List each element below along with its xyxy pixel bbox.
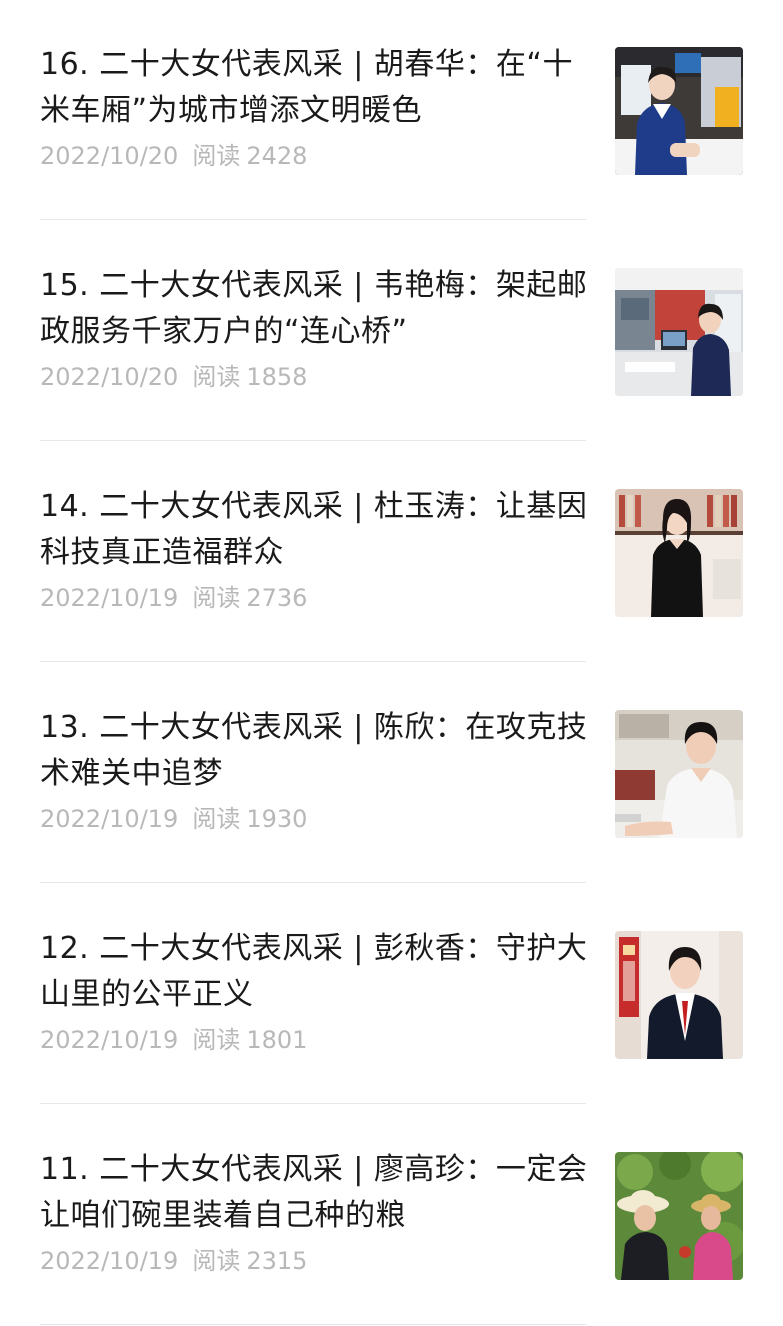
article-title[interactable]: 15. 二十大女代表风采 | 韦艳梅：架起邮政服务千家万户的“连心桥” <box>40 263 590 355</box>
lab-worker-photo[interactable] <box>615 710 743 838</box>
article-title[interactable]: 11. 二十大女代表风采 | 廖高珍：一定会让咱们碗里装着自己种的粮 <box>40 1147 590 1239</box>
postal-office-photo[interactable] <box>615 268 743 396</box>
divider <box>40 219 586 220</box>
article-item[interactable]: 13. 二十大女代表风采 | 陈欣：在攻克技术难关中追梦 2022/10/19 阅… <box>0 663 783 884</box>
article-meta: 2022/10/20 阅读 2428 <box>40 139 307 173</box>
bus-attendant-photo[interactable] <box>615 47 743 175</box>
scientist-portrait-photo[interactable] <box>615 489 743 617</box>
article-date: 2022/10/19 <box>40 805 179 833</box>
read-label: 阅读 <box>192 363 241 391</box>
article-meta: 2022/10/19 阅读 2315 <box>40 1244 307 1278</box>
judge-portrait-photo[interactable] <box>615 931 743 1059</box>
article-title[interactable]: 16. 二十大女代表风采 | 胡春华：在“十米车厢”为城市增添文明暖色 <box>40 42 590 134</box>
divider <box>40 440 586 441</box>
read-count: 2736 <box>246 584 308 612</box>
article-item[interactable]: 14. 二十大女代表风采 | 杜玉涛：让基因科技真正造福群众 2022/10/1… <box>0 442 783 663</box>
article-meta: 2022/10/19 阅读 2736 <box>40 581 307 615</box>
read-count: 1801 <box>246 1026 308 1054</box>
article-item[interactable]: 16. 二十大女代表风采 | 胡春华：在“十米车厢”为城市增添文明暖色 2022… <box>0 0 783 221</box>
article-item[interactable]: 15. 二十大女代表风采 | 韦艳梅：架起邮政服务千家万户的“连心桥” 2022… <box>0 221 783 442</box>
read-count: 1930 <box>246 805 308 833</box>
read-count: 2315 <box>246 1247 308 1275</box>
article-meta: 2022/10/20 阅读 1858 <box>40 360 307 394</box>
article-meta: 2022/10/19 阅读 1801 <box>40 1023 307 1057</box>
farmers-field-photo[interactable] <box>615 1152 743 1280</box>
divider <box>40 882 586 883</box>
article-title[interactable]: 12. 二十大女代表风采 | 彭秋香：守护大山里的公平正义 <box>40 926 590 1018</box>
read-count: 2428 <box>246 142 308 170</box>
article-date: 2022/10/19 <box>40 1026 179 1054</box>
read-label: 阅读 <box>192 1247 241 1275</box>
read-label: 阅读 <box>192 142 241 170</box>
article-date: 2022/10/19 <box>40 584 179 612</box>
article-title[interactable]: 13. 二十大女代表风采 | 陈欣：在攻克技术难关中追梦 <box>40 705 590 797</box>
article-meta: 2022/10/19 阅读 1930 <box>40 802 307 836</box>
divider <box>40 661 586 662</box>
read-count: 1858 <box>246 363 308 391</box>
divider <box>40 1103 586 1104</box>
article-date: 2022/10/19 <box>40 1247 179 1275</box>
article-title[interactable]: 14. 二十大女代表风采 | 杜玉涛：让基因科技真正造福群众 <box>40 484 590 576</box>
article-item[interactable]: 12. 二十大女代表风采 | 彭秋香：守护大山里的公平正义 2022/10/19… <box>0 884 783 1105</box>
read-label: 阅读 <box>192 805 241 833</box>
read-label: 阅读 <box>192 1026 241 1054</box>
article-date: 2022/10/20 <box>40 363 179 391</box>
article-date: 2022/10/20 <box>40 142 179 170</box>
article-item[interactable]: 11. 二十大女代表风采 | 廖高珍：一定会让咱们碗里装着自己种的粮 2022/… <box>0 1105 783 1326</box>
read-label: 阅读 <box>192 584 241 612</box>
